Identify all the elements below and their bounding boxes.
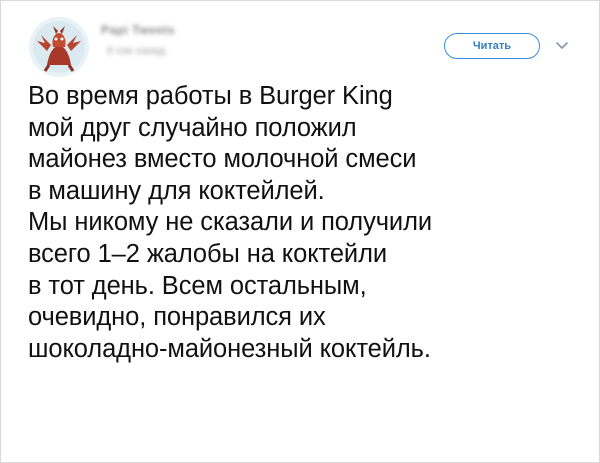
follow-button[interactable]: Читать <box>444 33 540 59</box>
tweet-text-line: Мы никому не сказали и получили <box>28 208 432 237</box>
tweet-text-line: всего 1–2 жалобы на коктейли <box>28 239 387 268</box>
tweet-text-line: Во время работы в Burger King <box>28 82 393 110</box>
tweet-text-line: в машину для коктейлей. <box>28 176 325 205</box>
tweet-card: Papi Tweets 6 сек назад Читать Во время … <box>0 0 600 463</box>
tweet-text-line: майонез вместо молочной смеси <box>28 145 417 174</box>
tweet-text: Во время работы в Burger King мой друг с… <box>28 81 593 365</box>
chevron-down-icon[interactable] <box>554 37 570 53</box>
tweet-text-line: шоколадно-майонезный коктейль. <box>28 334 431 363</box>
dragon-avatar-icon <box>29 17 89 77</box>
author-info[interactable]: Papi Tweets 6 сек назад <box>101 21 261 65</box>
author-display-name[interactable]: Papi Tweets <box>101 23 175 37</box>
author-handle: 6 сек назад <box>107 45 166 57</box>
tweet-text-line: очевидно, понравился их <box>28 303 326 332</box>
avatar[interactable] <box>29 17 89 77</box>
tweet-text-line: в тот день. Всем остальным, <box>28 271 367 300</box>
tweet-text-line: мой друг случайно положил <box>28 113 357 142</box>
